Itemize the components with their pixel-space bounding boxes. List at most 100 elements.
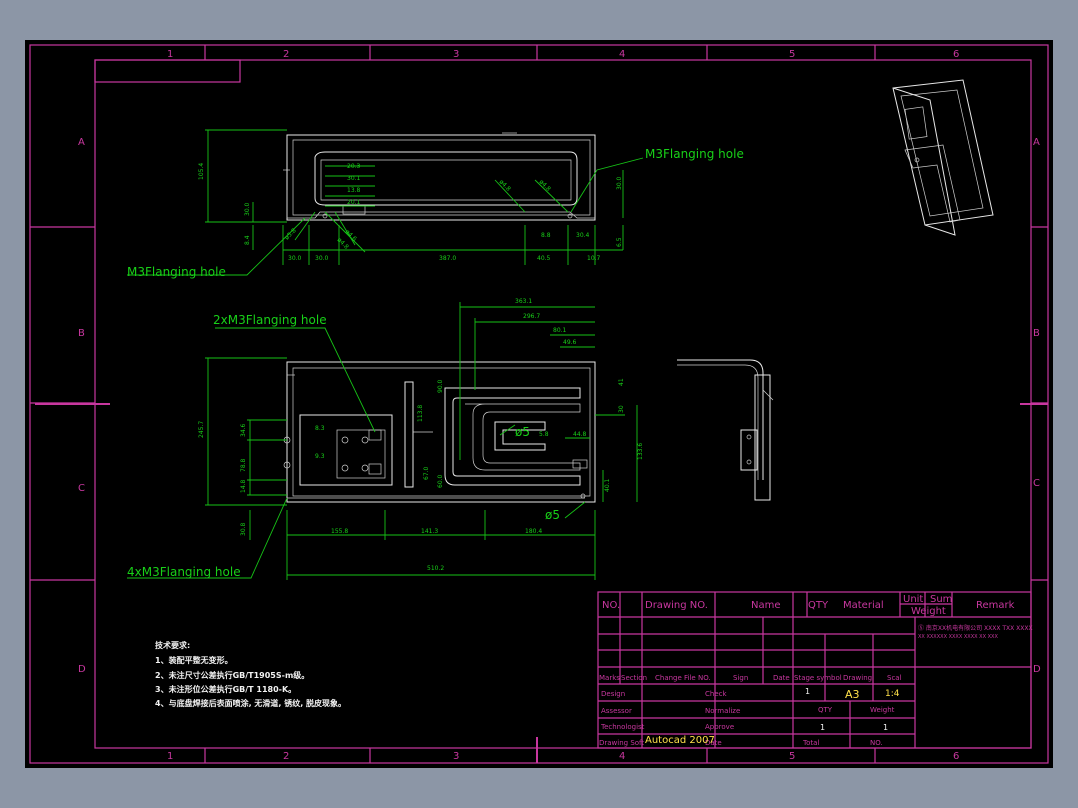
callout-dia5-a: ø5 xyxy=(515,425,530,439)
check-value: 1 xyxy=(805,687,810,696)
row-label: B xyxy=(1033,328,1040,339)
dim-label: 30.8 xyxy=(240,522,247,536)
tech-notes: 技术要求: 1、装配平整无变形。 2、未注尺寸公差执行GB/T1905S-m级。… xyxy=(155,640,346,708)
notes-title: 技术要求: xyxy=(155,640,190,650)
company-name: Ⓢ 南京XX机电有限公司 XXXX TXX XXXX xyxy=(918,624,1033,632)
col-label: 2 xyxy=(283,751,289,762)
dim-label: 10.7 xyxy=(587,255,601,262)
tb-label: Sign xyxy=(733,674,748,682)
dim-label: 14.8 xyxy=(240,479,247,493)
dim-label: 30.0 xyxy=(288,255,302,262)
tb-label: Weight xyxy=(870,706,895,714)
row-label: C xyxy=(1033,478,1040,489)
row-label: A xyxy=(78,137,85,148)
dim-label: 363.1 xyxy=(515,298,532,305)
row-label: B xyxy=(78,328,85,339)
top-dimensions: 363.1 296.7 80.1 49.6 245.7 34.6 78.8 14… xyxy=(127,298,644,580)
dim-label: 67.0 xyxy=(423,466,430,480)
dim-label: 387.0 xyxy=(439,255,456,262)
col-label: 2 xyxy=(283,49,289,60)
scale-value: 1:4 xyxy=(885,689,900,699)
callout-4xm3: 4xM3Flanging hole xyxy=(127,565,241,579)
dim-label: 296.7 xyxy=(523,313,540,320)
dim-label: 90.0 xyxy=(437,379,444,393)
tb-header: Remark xyxy=(976,600,1015,611)
weight-value: 1 xyxy=(883,723,888,732)
tb-header: Sum xyxy=(930,594,952,605)
tb-header: Material xyxy=(843,600,884,611)
row-labels: A B C D A B C D xyxy=(78,137,1041,675)
callout-left-flange: M3Flanging hole xyxy=(127,265,226,279)
dim-label: 44.8 xyxy=(573,431,587,438)
dim-label: 180.4 xyxy=(525,528,542,535)
col-label: 5 xyxy=(789,49,795,60)
dim-label: 30 xyxy=(618,405,625,413)
tb-header: QTY xyxy=(808,600,829,611)
tb-header: Unit xyxy=(903,594,923,605)
row-label: D xyxy=(78,664,86,675)
col-label: 6 xyxy=(953,751,959,762)
note-line: 3、未注形位公差执行GB/T 1180-K。 xyxy=(155,684,296,694)
tb-label: Approve xyxy=(705,723,734,731)
col-label: 4 xyxy=(619,49,625,60)
col-label: 6 xyxy=(953,49,959,60)
tb-label: Drawing Soft xyxy=(599,739,644,747)
column-labels-top: 1 2 3 4 5 6 xyxy=(167,49,959,60)
dim-label: 40.5 xyxy=(537,255,551,262)
dim-label: ø4.8 xyxy=(336,236,350,250)
dim-label: 40.1 xyxy=(604,478,611,492)
tb-label: NO. xyxy=(870,739,883,747)
corner-box xyxy=(94,59,241,83)
callout-2xm3: 2xM3Flanging hole xyxy=(213,313,327,327)
title-block: NO. Drawing NO. Name QTY Material Unit S… xyxy=(597,591,1033,749)
tb-label: Technologist xyxy=(600,723,645,731)
tb-header: Weight xyxy=(911,606,946,617)
row-label: C xyxy=(78,483,85,494)
tb-label: Total xyxy=(802,739,819,747)
dim-label: 133.6 xyxy=(637,443,644,460)
dim-label: 8.3 xyxy=(315,425,325,432)
tb-label: QTY xyxy=(818,706,833,714)
tb-label: Check xyxy=(705,690,727,698)
note-line: 1、装配平整无变形。 xyxy=(155,655,233,665)
tb-header: NO. xyxy=(602,600,620,611)
tb-header: Name xyxy=(751,600,781,611)
dim-label: 41 xyxy=(618,378,625,386)
tb-label: Change File NO. xyxy=(655,674,711,682)
sheet-size: A3 xyxy=(845,688,860,701)
tb-label: Date xyxy=(773,674,790,682)
callout-front-flange: M3Flanging hole xyxy=(645,147,744,161)
row-label: A xyxy=(1033,137,1040,148)
dim-label: 30.4 xyxy=(576,232,590,239)
side-view xyxy=(677,359,774,501)
tb-label: Section xyxy=(621,674,647,682)
col-label: 1 xyxy=(167,751,173,762)
dim-label: 30.0 xyxy=(616,176,623,190)
callout-dia5-b: ø5 xyxy=(545,508,560,522)
dim-label: 49.6 xyxy=(563,339,577,346)
tb-label: Drawing xyxy=(843,674,872,682)
dim-label: 141.3 xyxy=(421,528,438,535)
dim-label: 13.8 xyxy=(347,187,361,194)
drawing-sheet: 1 2 3 4 5 6 1 2 3 4 5 6 A B C D A B C D xyxy=(25,40,1053,768)
dim-label: 105.4 xyxy=(198,163,205,180)
software-label: Autocad 2007 xyxy=(645,735,715,746)
col-label: 3 xyxy=(453,751,459,762)
qty-value: 1 xyxy=(820,723,825,732)
front-view xyxy=(283,132,596,221)
dim-label: 78.8 xyxy=(240,458,247,472)
col-label: 3 xyxy=(453,49,459,60)
dim-label: 30.0 xyxy=(244,202,251,216)
tb-header: Drawing NO. xyxy=(645,600,708,611)
company-name-2: XX XXXXXX XXXX XXXX XX XXX xyxy=(918,634,998,640)
dim-label: 245.7 xyxy=(198,421,205,438)
dim-label: 510.2 xyxy=(427,565,444,572)
dim-label: 30.0 xyxy=(315,255,329,262)
tb-label: Stage symbol xyxy=(794,674,842,682)
dim-label: 5.8 xyxy=(539,431,549,438)
column-labels-bottom: 1 2 3 4 5 6 xyxy=(167,751,959,762)
dim-label: 6.5 xyxy=(616,237,623,247)
tb-label: Marks xyxy=(599,674,620,682)
tb-label: Scal xyxy=(887,674,902,682)
dim-label: 113.8 xyxy=(417,405,424,422)
